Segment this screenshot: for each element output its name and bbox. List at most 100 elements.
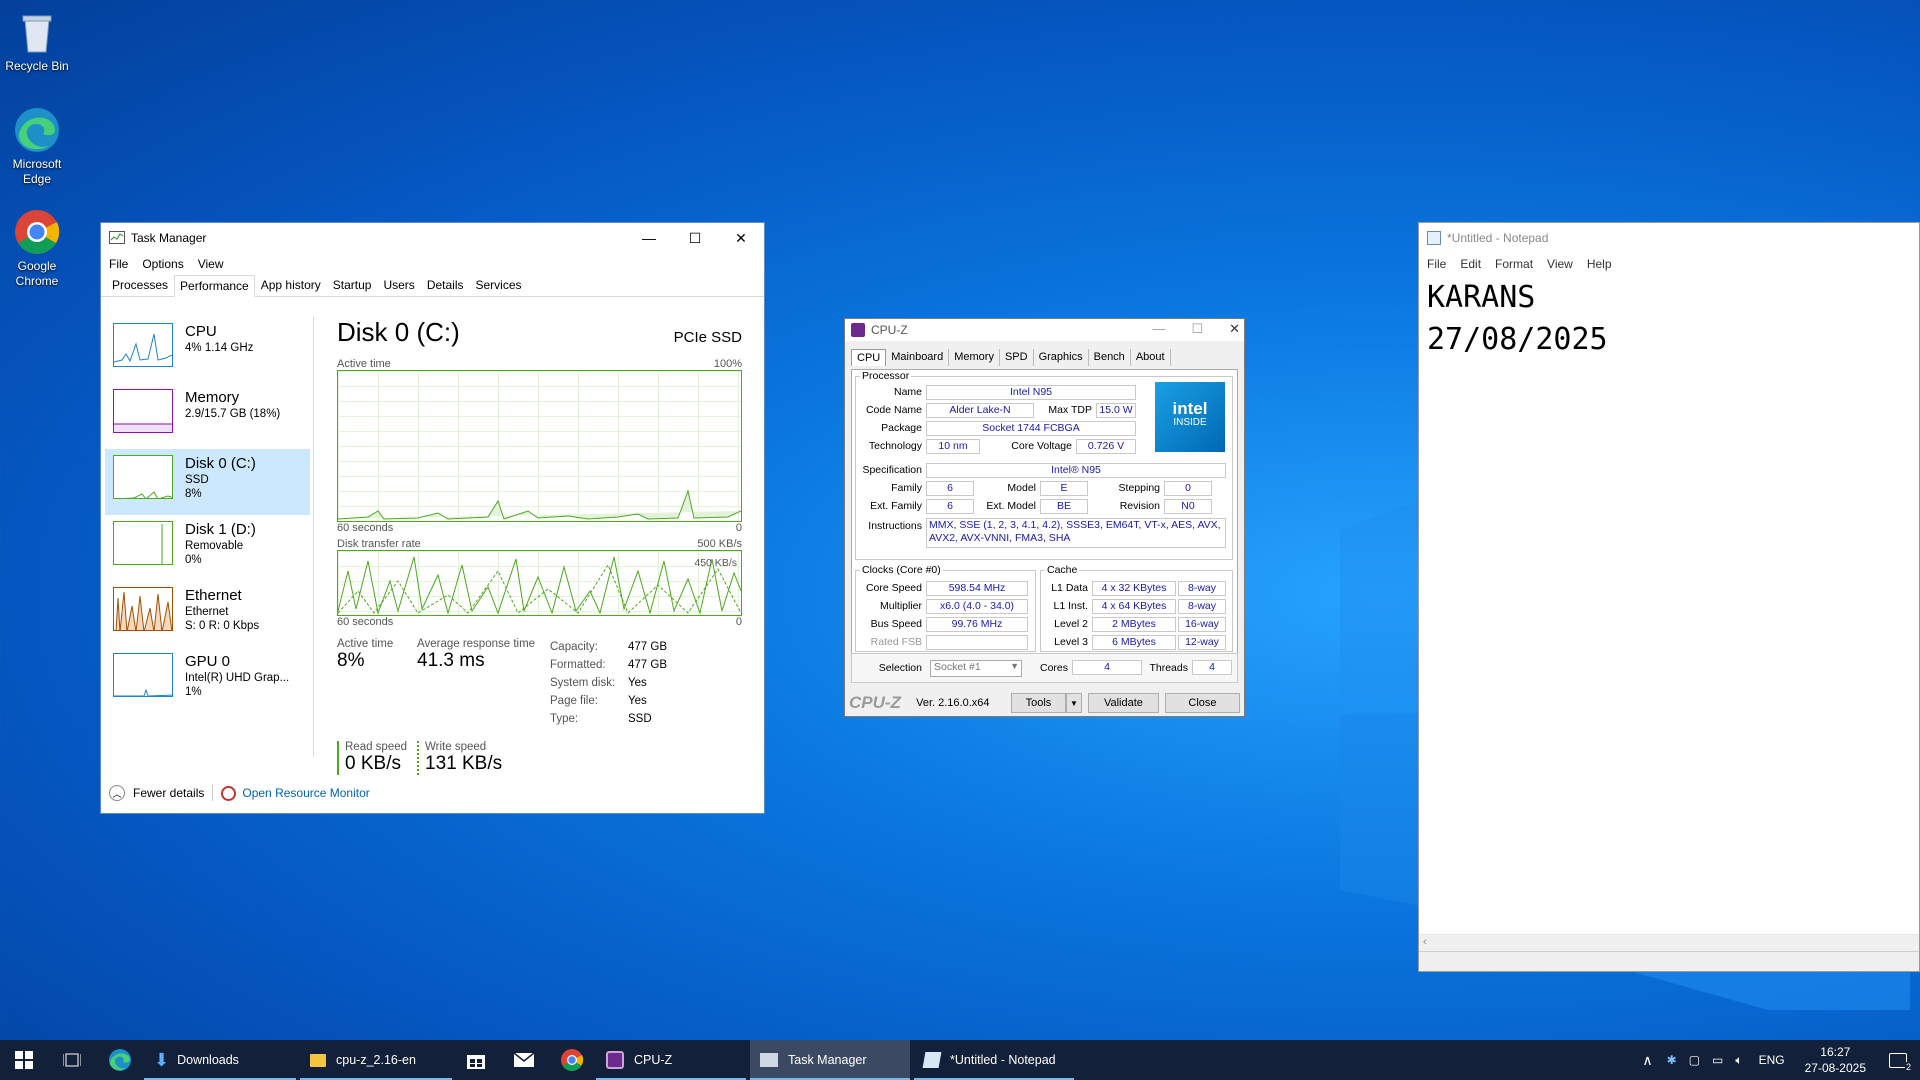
field-label: Core Voltage — [1011, 440, 1072, 452]
notepad-titlebar[interactable]: *Untitled - Notepad — [1419, 223, 1919, 253]
revision-value: N0 — [1164, 499, 1212, 514]
validate-button[interactable]: Validate — [1087, 693, 1159, 713]
prop-value: 477 GB — [628, 659, 667, 671]
language-indicator[interactable]: ENG — [1749, 1053, 1795, 1067]
tools-button[interactable]: Tools — [1010, 693, 1067, 713]
tab-services[interactable]: Services — [470, 274, 528, 296]
cpuz-window[interactable]: CPU-Z — ☐ ✕ CPU Mainboard Memory SPD Gra… — [844, 318, 1245, 717]
l1-data-value: 4 x 32 KBytes — [1092, 581, 1176, 596]
tools-dropdown-button[interactable]: ▼ — [1066, 693, 1082, 713]
socket-select[interactable]: Socket #1 ▼ — [930, 660, 1022, 677]
sidebar-item-sub: 0% — [185, 554, 202, 566]
tab-spd[interactable]: SPD — [1000, 349, 1034, 366]
tab-performance[interactable]: Performance — [174, 275, 255, 297]
menu-edit[interactable]: Edit — [1460, 257, 1481, 271]
prop-key: Page file: — [550, 695, 598, 707]
chevron-up-icon[interactable]: ∧ — [1634, 1052, 1660, 1069]
chevron-up-icon[interactable]: ︿ — [109, 785, 125, 801]
menu-options[interactable]: Options — [142, 257, 183, 271]
sidebar-item-disk1[interactable]: Disk 1 (D:) Removable 0% — [105, 515, 310, 581]
taskbar-app-notepad[interactable]: *Untitled - Notepad — [914, 1040, 1074, 1080]
tab-app-history[interactable]: App history — [255, 274, 327, 296]
bluetooth-icon[interactable]: ✱ — [1661, 1053, 1683, 1067]
menu-format[interactable]: Format — [1495, 257, 1533, 271]
taskbar-app-downloads[interactable]: ⬇ Downloads — [144, 1040, 296, 1080]
menu-help[interactable]: Help — [1587, 257, 1612, 271]
disk-properties: Capacity: 477 GB Formatted: 477 GB System … — [550, 638, 740, 728]
sidebar-item-gpu0[interactable]: GPU 0 Intel(R) UHD Grap... 1% — [105, 647, 310, 713]
notepad-text-area[interactable]: KARANS 27/08/2025 — [1419, 275, 1919, 363]
gpu-mini-graph — [113, 653, 173, 697]
open-resource-monitor-link[interactable]: Open Resource Monitor — [242, 786, 369, 800]
tab-about[interactable]: About — [1131, 349, 1171, 366]
tab-startup[interactable]: Startup — [327, 274, 378, 296]
cpu-mini-graph — [113, 323, 173, 367]
prop-value: Yes — [628, 695, 647, 707]
task-manager-window[interactable]: Task Manager — ☐ ✕ File Options View Pro… — [100, 222, 765, 814]
horizontal-scrollbar[interactable]: ‹ — [1419, 934, 1919, 951]
notepad-icon — [1427, 231, 1441, 245]
start-button[interactable] — [0, 1040, 48, 1080]
taskbar-app-cpuz[interactable]: CPU-Z — [596, 1040, 746, 1080]
tab-graphics[interactable]: Graphics — [1034, 349, 1089, 366]
tablet-icon[interactable]: ▢ — [1683, 1053, 1706, 1067]
intel-logo-sub: INSIDE — [1173, 417, 1207, 428]
sidebar-item-ethernet[interactable]: Ethernet Ethernet S: 0 R: 0 Kbps — [105, 581, 310, 647]
menu-view[interactable]: View — [1547, 257, 1573, 271]
minimize-button[interactable]: — — [1152, 321, 1165, 337]
sidebar-item-disk0[interactable]: Disk 0 (C:) SSD 8% — [105, 449, 310, 515]
taskbar-mail-button[interactable] — [500, 1040, 548, 1080]
maximize-button[interactable]: ☐ — [672, 223, 718, 253]
field-label: Name — [893, 386, 922, 398]
tab-details[interactable]: Details — [421, 274, 470, 296]
taskbar-chrome-button[interactable] — [548, 1040, 596, 1080]
close-button[interactable]: ✕ — [718, 223, 764, 253]
close-button[interactable]: ✕ — [1229, 321, 1240, 337]
menu-file[interactable]: File — [1427, 257, 1446, 271]
cpuz-titlebar[interactable]: CPU-Z — ☐ ✕ — [845, 319, 1244, 341]
notepad-icon — [922, 1052, 942, 1068]
tab-mainboard[interactable]: Mainboard — [886, 349, 950, 366]
tab-users[interactable]: Users — [377, 274, 420, 296]
tab-cpu[interactable]: CPU — [851, 349, 887, 366]
close-app-button[interactable]: Close — [1164, 693, 1240, 713]
active-time-label: Active time — [337, 638, 394, 650]
tab-processes[interactable]: Processes — [106, 274, 174, 296]
desktop-icon-edge[interactable]: Microsoft Edge — [4, 106, 70, 187]
notepad-window[interactable]: *Untitled - Notepad File Edit Format Vie… — [1418, 222, 1920, 972]
write-speed-label: Write speed — [425, 741, 487, 753]
task-manager-titlebar[interactable]: Task Manager — ☐ ✕ — [101, 223, 764, 253]
sidebar-item-memory[interactable]: Memory 2.9/15.7 GB (18%) — [105, 383, 310, 449]
taskbar-edge-button[interactable] — [96, 1040, 144, 1080]
task-view-icon — [63, 1053, 81, 1067]
task-manager-footer: ︿ Fewer details Open Resource Monitor — [109, 785, 370, 801]
chevron-left-icon[interactable]: ‹ — [1423, 936, 1427, 948]
multiplier-value: x6.0 (4.0 - 34.0) — [926, 599, 1028, 614]
cpuz-bottom-bar: CPU-Z Ver. 2.16.0.x64 Tools ▼ Validate C… — [845, 690, 1244, 716]
disk-type-label: PCIe SSD — [673, 329, 742, 346]
field-label: Level 3 — [1054, 636, 1088, 648]
taskbar-app-cpuz-folder[interactable]: cpu-z_2.16-en — [300, 1040, 452, 1080]
menu-bar: File Edit Format View Help — [1419, 253, 1919, 275]
maximize-button[interactable]: ☐ — [1191, 321, 1203, 337]
taskbar-app-label: CPU-Z — [634, 1053, 673, 1067]
action-center-button[interactable]: 2 — [1876, 1040, 1920, 1080]
taskbar-app-task-manager[interactable]: Task Manager — [750, 1040, 910, 1080]
fewer-details-button[interactable]: Fewer details — [133, 786, 204, 800]
desktop-icon-recycle-bin[interactable]: Recycle Bin — [4, 8, 70, 74]
graph2-xr: 0 — [735, 616, 742, 628]
taskbar-store-button[interactable] — [452, 1040, 500, 1080]
menu-view[interactable]: View — [198, 257, 224, 271]
field-label: Rated FSB — [870, 636, 922, 648]
prop-key: Capacity: — [550, 641, 598, 653]
minimize-button[interactable]: — — [626, 223, 672, 253]
desktop-icon-chrome[interactable]: Google Chrome — [4, 208, 70, 289]
task-view-button[interactable] — [48, 1040, 96, 1080]
sidebar-item-cpu[interactable]: CPU 4% 1.14 GHz — [105, 317, 310, 383]
tab-memory[interactable]: Memory — [949, 349, 1000, 366]
clock[interactable]: 16:27 27-08-2025 — [1795, 1044, 1876, 1076]
volume-icon[interactable]: 🔈︎ — [1729, 1053, 1748, 1068]
tab-bench[interactable]: Bench — [1089, 349, 1131, 366]
network-icon[interactable]: ▭ — [1706, 1053, 1729, 1067]
menu-file[interactable]: File — [109, 257, 128, 271]
